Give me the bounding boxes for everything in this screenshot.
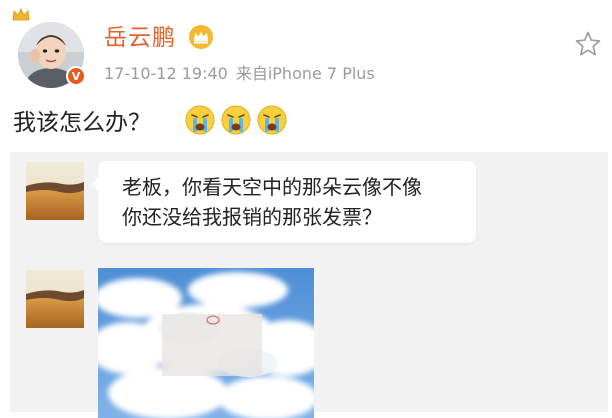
crying-face-icon <box>185 105 215 135</box>
desert-landscape-image[interactable] <box>26 162 84 220</box>
crying-face-icon <box>257 105 287 135</box>
repost-card[interactable]: 老板，你看天空中的那朵云像不像 你还没给我报销的那张发票？ <box>10 152 608 418</box>
crying-face-icon <box>221 105 251 135</box>
star-outline-icon[interactable] <box>574 30 602 58</box>
crown-icon <box>12 8 30 21</box>
post-meta: 17-10-12 19:40 来自iPhone 7 Plus <box>104 64 375 84</box>
post-source[interactable]: 来自iPhone 7 Plus <box>236 64 375 83</box>
bubble-tail <box>91 177 99 191</box>
username[interactable]: 岳云鹏 <box>104 24 176 52</box>
post-timestamp: 17-10-12 19:40 <box>104 64 228 83</box>
weibo-post: V 岳云鹏 17-10-12 19:40 来自iPhone 7 Plus 我该怎么… <box>0 0 612 418</box>
post-text: 我该怎么办？ <box>13 110 151 136</box>
emoji-row <box>184 104 288 136</box>
avatar-container[interactable]: V <box>8 8 88 88</box>
chat-bubble: 老板，你看天空中的那朵云像不像 你还没给我报销的那张发票？ <box>91 161 476 243</box>
crown-icon <box>189 25 213 49</box>
chat-message-line: 你还没给我报销的那张发票？ <box>122 205 382 229</box>
cloud-sky-image[interactable] <box>98 268 314 418</box>
chat-message-line: 老板，你看天空中的那朵云像不像 <box>122 175 422 199</box>
desert-landscape-image[interactable] <box>26 270 84 328</box>
verified-badge: V <box>66 66 86 86</box>
